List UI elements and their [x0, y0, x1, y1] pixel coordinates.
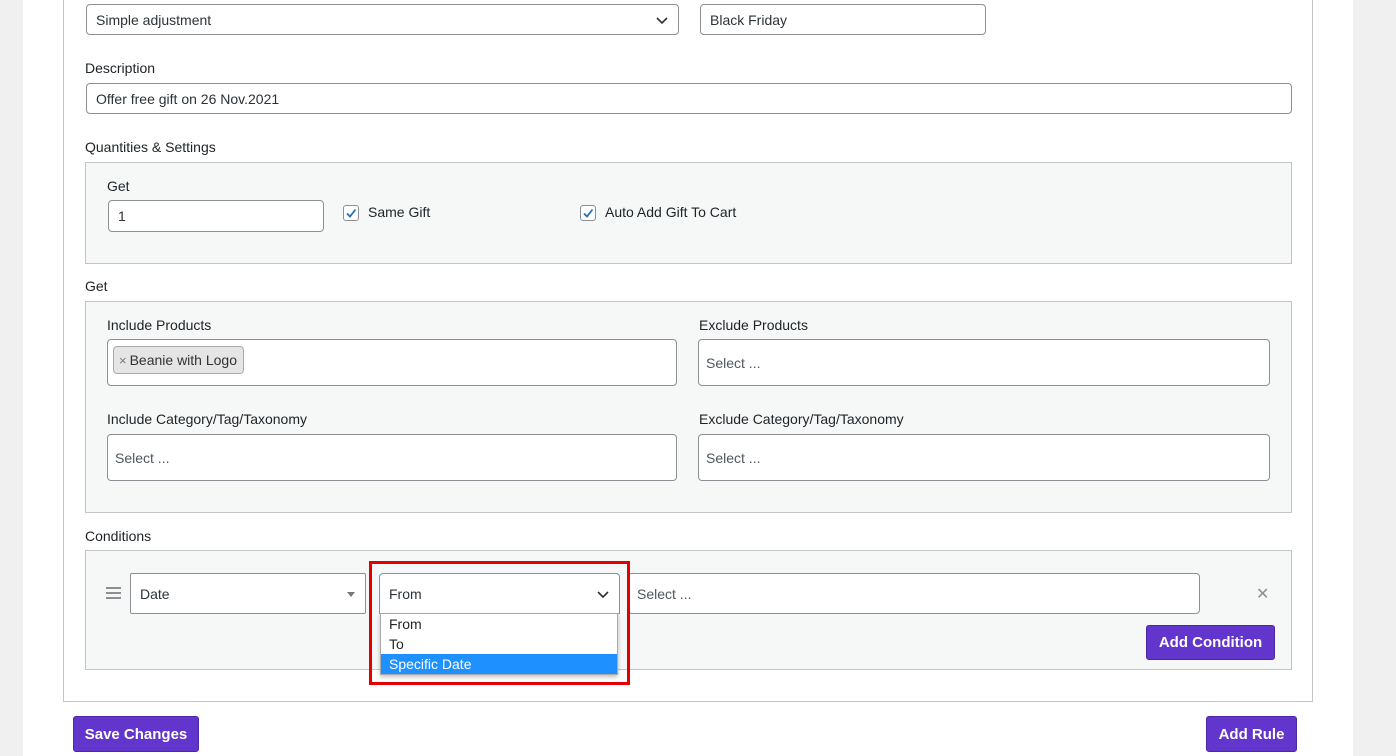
- condition-type-select[interactable]: Date: [130, 573, 366, 614]
- rule-title-input[interactable]: Black Friday: [700, 4, 986, 35]
- dropdown-option-from[interactable]: From: [381, 614, 617, 634]
- product-chip-label: Beanie with Logo: [129, 352, 238, 368]
- include-products-label: Include Products: [107, 317, 212, 333]
- chevron-down-icon: [656, 16, 668, 24]
- checkmark-icon: [583, 208, 594, 218]
- adjustment-type-value: Simple adjustment: [96, 11, 212, 28]
- include-category-select[interactable]: Select ...: [107, 434, 677, 481]
- description-label: Description: [85, 60, 156, 76]
- operator-dropdown-list: From To Specific Date: [380, 613, 618, 675]
- description-input[interactable]: Offer free gift on 26 Nov.2021: [86, 83, 1292, 114]
- condition-value-select[interactable]: Select ...: [628, 573, 1200, 614]
- get-panel: [85, 301, 1292, 513]
- exclude-category-placeholder: Select ...: [706, 449, 761, 466]
- exclude-category-label: Exclude Category/Tag/Taxonomy: [699, 411, 904, 427]
- condition-value-placeholder: Select ...: [637, 585, 692, 602]
- drag-handle-icon[interactable]: [106, 587, 121, 599]
- conditions-label: Conditions: [85, 528, 152, 544]
- dropdown-option-specific-date[interactable]: Specific Date: [381, 654, 617, 674]
- auto-add-gift-label: Auto Add Gift To Cart: [605, 204, 737, 220]
- save-changes-button[interactable]: Save Changes: [73, 716, 199, 752]
- include-category-label: Include Category/Tag/Taxonomy: [107, 411, 307, 427]
- get-quantity-label: Get: [107, 178, 130, 194]
- condition-operator-value: From: [389, 585, 422, 602]
- exclude-products-label: Exclude Products: [699, 317, 808, 333]
- adjustment-type-select[interactable]: Simple adjustment: [86, 4, 679, 35]
- same-gift-label: Same Gift: [368, 204, 431, 220]
- get-section-label: Get: [85, 278, 108, 294]
- caret-down-icon: [347, 591, 355, 597]
- condition-type-value: Date: [140, 585, 170, 602]
- get-quantity-value: 1: [118, 208, 126, 224]
- chevron-down-icon: [597, 590, 609, 598]
- add-condition-button[interactable]: Add Condition: [1146, 625, 1275, 660]
- same-gift-checkbox[interactable]: [343, 205, 359, 221]
- get-quantity-input[interactable]: 1: [108, 200, 324, 232]
- add-rule-button[interactable]: Add Rule: [1206, 716, 1297, 752]
- rule-title-value: Black Friday: [710, 11, 788, 28]
- auto-add-gift-checkbox[interactable]: [580, 205, 596, 221]
- exclude-products-select[interactable]: Select ...: [698, 339, 1270, 386]
- description-value: Offer free gift on 26 Nov.2021: [96, 90, 280, 107]
- remove-condition-icon[interactable]: ✕: [1256, 584, 1269, 604]
- dropdown-option-to[interactable]: To: [381, 634, 617, 654]
- exclude-products-placeholder: Select ...: [706, 354, 761, 371]
- chip-remove-icon[interactable]: ×: [119, 353, 127, 368]
- condition-operator-select[interactable]: From: [379, 573, 620, 614]
- checkmark-icon: [346, 208, 357, 218]
- include-category-placeholder: Select ...: [115, 449, 170, 466]
- product-chip: × Beanie with Logo: [113, 346, 245, 374]
- exclude-category-select[interactable]: Select ...: [698, 434, 1270, 481]
- quantities-settings-label: Quantities & Settings: [85, 139, 216, 155]
